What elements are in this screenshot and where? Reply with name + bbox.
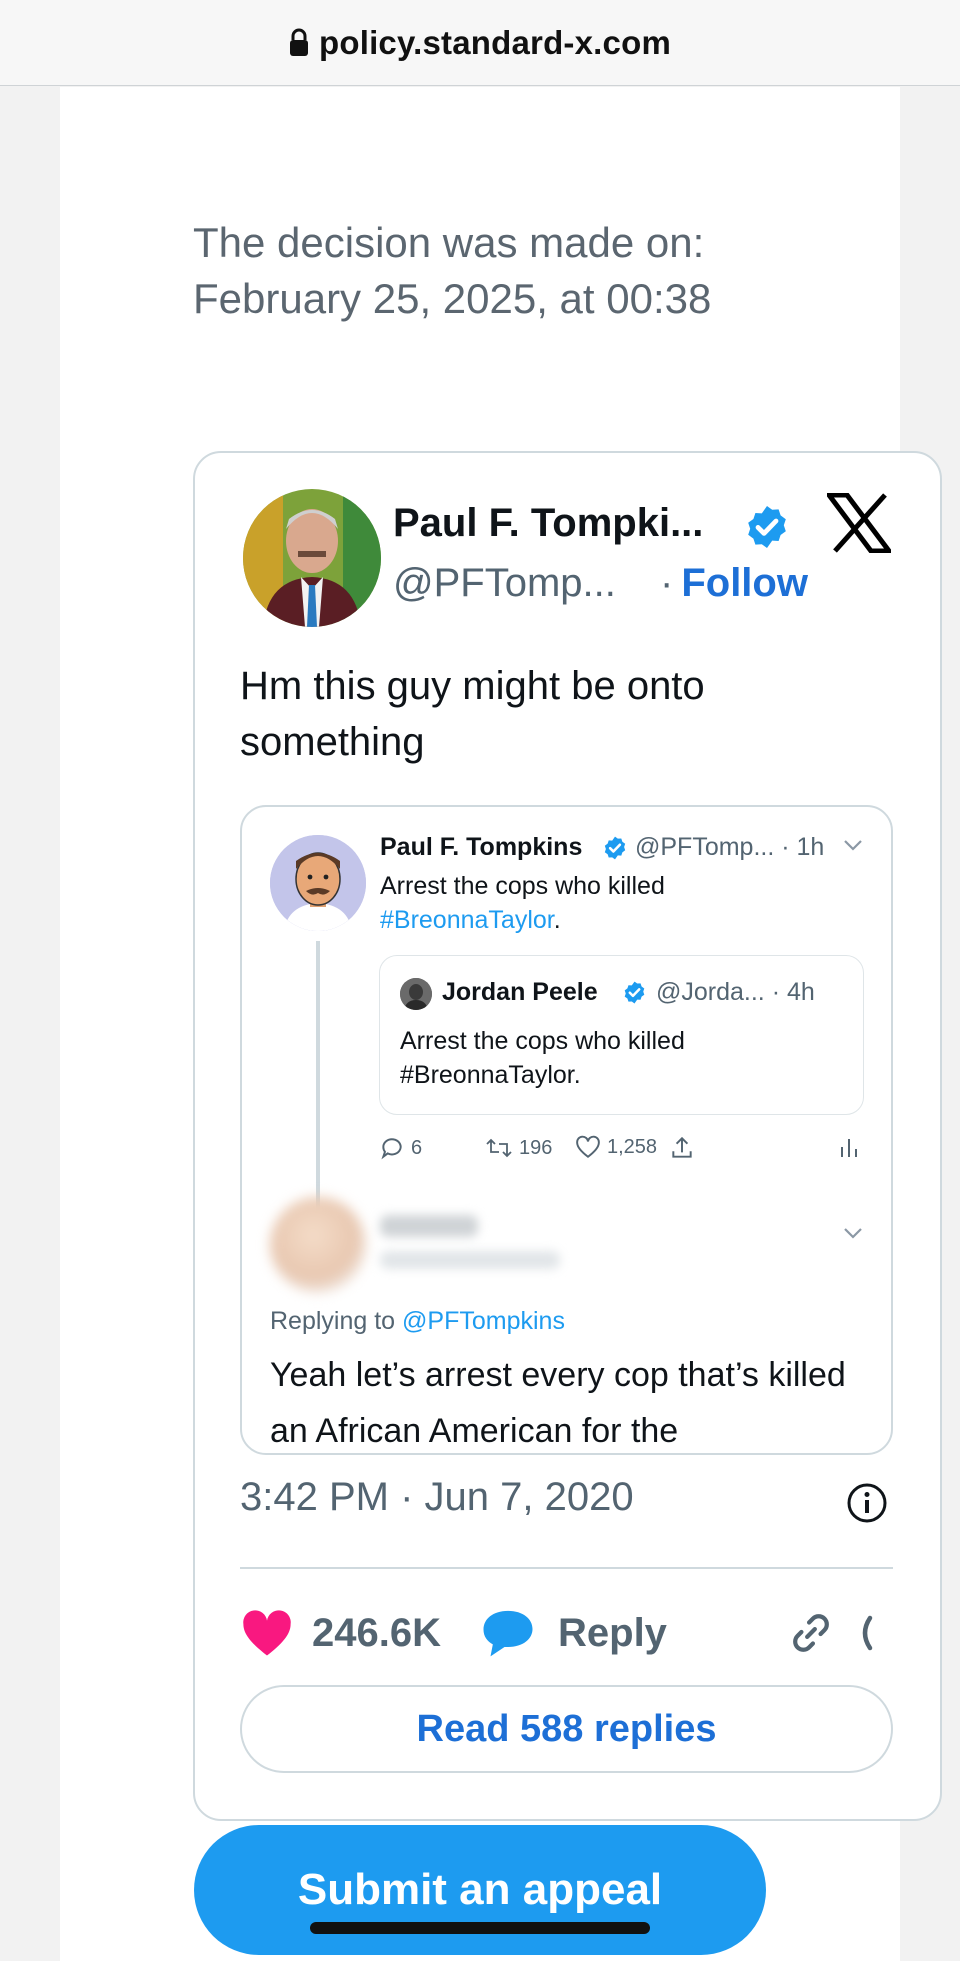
reply-author-avatar-blurred [270, 1197, 366, 1293]
chevron-down-icon [844, 1228, 862, 1239]
quote-author-name: Jordan Peele [442, 978, 598, 1006]
embed-reply-count: 6 [411, 1136, 423, 1159]
tweet-timestamp[interactable]: 3:42 PM · Jun 7, 2020 [240, 1475, 634, 1520]
quoted-tweet: Jordan Peele @Jorda... · 4h Arrest the c… [379, 955, 864, 1115]
url-text: policy.standard-x.com [318, 23, 671, 61]
analytics-icon [841, 1139, 857, 1157]
reply-bubble-icon [483, 1610, 533, 1657]
embed-tweet-text: Arrest the cops who killed #BreonnaTaylo… [380, 869, 840, 937]
like-count: 246.6K [312, 1610, 441, 1655]
reply-text: Yeah let’s arrest every cop that’s kille… [270, 1356, 846, 1450]
tweet-text: Hm this guy might be onto something [240, 664, 705, 764]
browser-url-bar[interactable]: policy.standard-x.com [0, 0, 960, 86]
reply-author-name-blurred [380, 1215, 478, 1237]
quote-author-handle-time: @Jorda... · 4h [656, 978, 815, 1006]
embed-share-stat [669, 1135, 701, 1161]
quote-text: Arrest the cops who killed #BreonnaTaylo… [400, 1027, 685, 1089]
x-logo-icon[interactable] [827, 493, 891, 553]
embed-text-plain: Arrest the cops who killed [380, 872, 665, 900]
replying-mention: @PFTompkins [402, 1307, 565, 1335]
follow-separator: · [660, 561, 674, 605]
read-replies-button[interactable]: Read 588 replies [240, 1685, 893, 1773]
like-button[interactable]: 246.6K [240, 1593, 441, 1673]
copy-link-button[interactable] [788, 1593, 834, 1673]
embed-text-end: . [553, 906, 561, 934]
decision-text: The decision was made on: February 25, 2… [193, 215, 893, 327]
embed-retweet-count: 196 [519, 1136, 553, 1159]
embed-like-stat: 1,258 [575, 1135, 657, 1159]
retweet-icon [486, 1138, 512, 1158]
info-icon[interactable] [845, 1481, 889, 1525]
embed-author-handle-time: @PFTomp... · 1h [635, 833, 825, 861]
author-avatar[interactable] [243, 489, 381, 627]
embed-verified-badge-icon [604, 836, 626, 860]
follow-label[interactable]: Follow [681, 561, 808, 605]
tweet-action-bar: 246.6K Reply [240, 1593, 893, 1673]
embed-action-bar: 6 196 1,258 [379, 1135, 859, 1175]
reply-label: Reply [558, 1610, 667, 1655]
reply-author-handle-blurred [380, 1251, 560, 1269]
quote-author-avatar [400, 978, 432, 1010]
embed-analytics-stat [839, 1135, 865, 1159]
author-handle[interactable]: @PFTomp... [393, 561, 616, 606]
replying-prefix: Replying to [270, 1307, 396, 1335]
divider [240, 1567, 893, 1569]
decision-label: The decision was made on: [193, 219, 705, 266]
author-name[interactable]: Paul F. Tompki... [393, 501, 703, 546]
heart-outline-icon [576, 1135, 600, 1158]
link-icon [793, 1614, 829, 1652]
embed-retweet-stat: 196 [485, 1135, 552, 1161]
cutoff-icon [862, 1615, 873, 1651]
quote-verified-badge-icon [624, 981, 645, 1004]
embedded-screenshot[interactable]: Paul F. Tompkins @PFTomp... · 1h Arrest … [240, 805, 893, 1455]
verified-badge-icon [748, 506, 786, 548]
embed-hashtag: #BreonnaTaylor [380, 906, 554, 934]
more-action-icon[interactable] [856, 1593, 893, 1673]
decision-date: February 25, 2025, at 00:38 [193, 275, 712, 322]
thread-line [316, 941, 320, 1213]
embed-author-name: Paul F. Tompkins [380, 833, 583, 861]
reply-button[interactable]: Reply [480, 1593, 667, 1673]
share-icon [672, 1136, 692, 1158]
follow-link[interactable]: · Follow [660, 561, 808, 606]
embed-author-avatar [270, 835, 366, 931]
heart-icon [243, 1610, 291, 1656]
embed-like-count: 1,258 [607, 1135, 658, 1158]
tweet-card[interactable]: Paul F. Tompki... @PFTomp... · Follow Hm … [193, 451, 942, 1821]
chevron-down-icon [844, 840, 862, 851]
embed-reply-stat: 6 [379, 1135, 422, 1161]
home-indicator[interactable] [310, 1922, 650, 1934]
comment-icon [381, 1138, 402, 1160]
lock-icon [289, 28, 308, 56]
replying-to: Replying to @PFTompkins [270, 1307, 565, 1336]
policy-page: The decision was made on: February 25, 2… [60, 87, 942, 1961]
submit-appeal-button[interactable]: Submit an appeal [194, 1825, 766, 1955]
